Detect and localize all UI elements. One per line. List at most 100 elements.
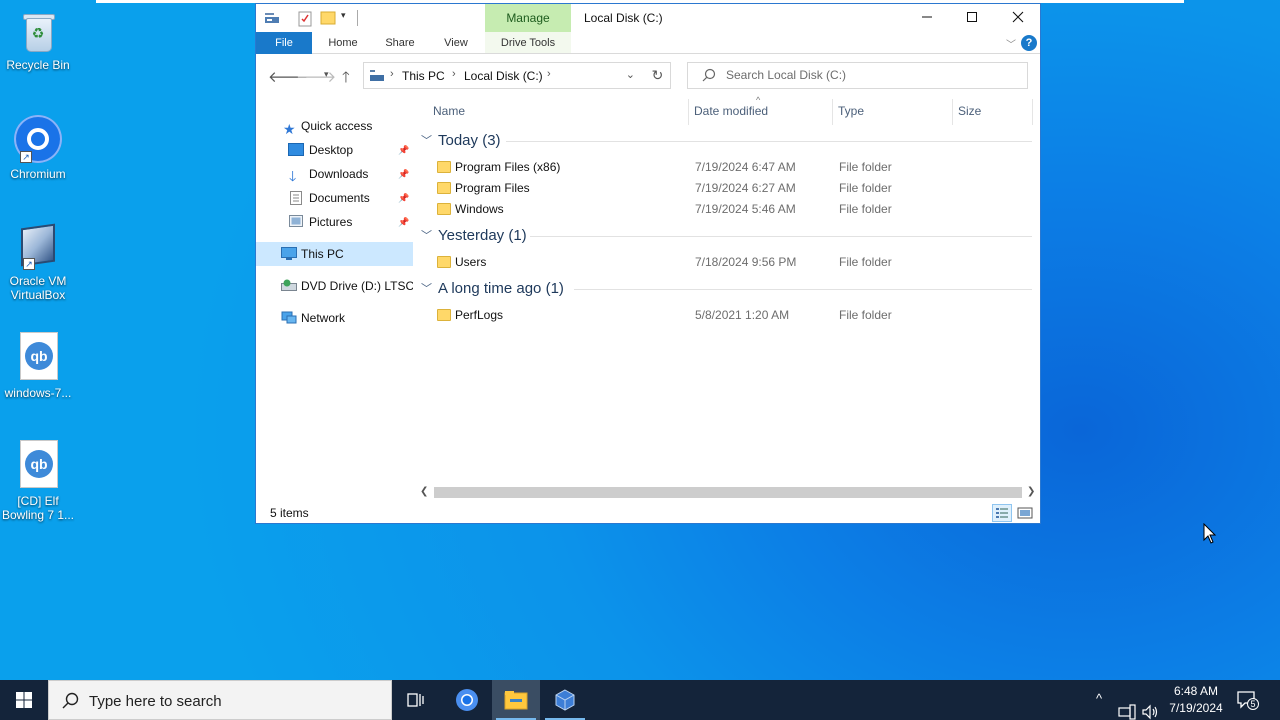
pin-icon[interactable]: 📌 [398, 186, 409, 210]
tab-file[interactable]: File [256, 32, 312, 54]
nav-label: DVD Drive (D:) LTSC2021 [301, 279, 413, 293]
desktop-icon-virtualbox[interactable]: ↗ Oracle VM VirtualBox [0, 222, 76, 302]
search-icon [702, 68, 716, 82]
chromium-icon: ↗ [14, 115, 62, 163]
start-button[interactable] [0, 680, 48, 720]
window-title: Local Disk (C:) [584, 11, 663, 25]
show-hidden-icons-chevron-icon[interactable]: ^ [1096, 691, 1102, 720]
tab-share[interactable]: Share [376, 32, 424, 54]
action-center-button[interactable]: 5 [1236, 690, 1259, 713]
nav-documents[interactable]: Documents 📌 [256, 186, 413, 210]
nav-this-pc[interactable]: This PC [256, 242, 413, 266]
scroll-right-icon[interactable]: ❯ [1027, 485, 1035, 499]
column-header-size[interactable]: Size [958, 99, 981, 123]
taskbar-file-explorer[interactable] [492, 680, 540, 720]
search-input[interactable] [726, 68, 1016, 82]
nav-network[interactable]: Network [256, 306, 413, 330]
maximize-button[interactable] [949, 4, 995, 34]
file-row[interactable]: Users 7/18/2024 9:56 PM File folder [431, 252, 1031, 273]
refresh-button[interactable]: ↻ [645, 62, 671, 89]
desktop-icon-elf-bowling-torrent[interactable]: qb [CD] Elf Bowling 7 1... [0, 440, 76, 522]
file-type: File folder [839, 160, 892, 174]
breadcrumb-local-disk[interactable]: Local Disk (C:) [464, 69, 543, 83]
close-button[interactable] [995, 4, 1041, 34]
folder-icon [437, 161, 451, 173]
horizontal-scrollbar[interactable]: ❮ ❯ [419, 485, 1039, 499]
file-type: File folder [839, 202, 892, 216]
qbittorrent-file-icon: qb [17, 332, 59, 382]
forward-arrow-icon[interactable]: 🡒 [296, 67, 336, 86]
taskbar-virtualbox[interactable] [541, 680, 589, 720]
maximize-icon [967, 12, 977, 22]
new-folder-icon[interactable] [320, 11, 336, 25]
search-icon [62, 692, 79, 709]
file-row[interactable]: PerfLogs 5/8/2021 1:20 AM File folder [431, 305, 1031, 326]
quick-access-star-icon: ★ [283, 121, 296, 137]
breadcrumb-separator-icon[interactable]: › [452, 68, 456, 80]
details-view-button[interactable] [992, 504, 1012, 522]
tab-view[interactable]: View [432, 32, 480, 54]
desktop-icon-windows-torrent[interactable]: qb windows-7... [0, 332, 76, 400]
documents-icon [290, 191, 302, 205]
collapse-chevron-icon: ﹀ [421, 230, 432, 242]
nav-desktop[interactable]: Desktop 📌 [256, 138, 413, 162]
tab-home[interactable]: Home [318, 32, 368, 54]
ribbon-tabs: File Home Share View Drive Tools ﹀ ? [256, 32, 1040, 54]
taskbar-clock[interactable]: 6:48 AM 7/19/2024 [1162, 683, 1230, 717]
column-divider[interactable] [688, 99, 689, 125]
network-status-icon[interactable] [1118, 692, 1136, 720]
minimize-button[interactable] [904, 4, 950, 34]
expand-ribbon-chevron-icon[interactable]: ﹀ [1006, 36, 1016, 51]
breadcrumb-this-pc[interactable]: This PC [402, 69, 445, 83]
file-type: File folder [839, 181, 892, 195]
scroll-left-icon[interactable]: ❮ [420, 485, 428, 499]
tab-manage[interactable]: Manage [485, 4, 571, 32]
column-divider[interactable] [832, 99, 833, 125]
explorer-properties-icon[interactable] [264, 11, 280, 25]
column-header-type[interactable]: Type [838, 99, 864, 123]
pin-icon[interactable]: 📌 [398, 210, 409, 234]
breadcrumb-separator-icon[interactable]: › [547, 68, 551, 80]
file-row[interactable]: Windows 7/19/2024 5:46 AM File folder [431, 199, 1031, 220]
task-view-button[interactable] [392, 680, 440, 720]
nav-label: This PC [301, 247, 344, 261]
column-header-name[interactable]: Name [433, 99, 465, 123]
nav-downloads[interactable]: 🡓 Downloads 📌 [256, 162, 413, 186]
desktop-icon-chromium[interactable]: ↗ Chromium [0, 115, 76, 181]
properties-checklist-icon[interactable] [298, 11, 312, 27]
scrollbar-thumb[interactable] [434, 487, 1022, 498]
group-header-yesterday[interactable]: ﹀ Yesterday (1) [421, 225, 541, 247]
customize-toolbar-chevron-icon[interactable]: ▾ [341, 10, 346, 21]
group-header-a-long-time-ago[interactable]: ﹀ A long time ago (1) [421, 278, 581, 300]
nav-dvd-drive[interactable]: DVD Drive (D:) LTSC2021 [256, 274, 413, 298]
column-divider[interactable] [952, 99, 953, 125]
large-icons-view-button[interactable] [1015, 504, 1035, 522]
file-date: 7/19/2024 5:46 AM [695, 202, 796, 216]
column-header-date-modified[interactable]: Date modified [694, 99, 768, 123]
address-bar[interactable]: › This PC › Local Disk (C:) › ⌄ [363, 62, 670, 89]
file-explorer-window: ▾ Manage Local Disk (C:) File Home Share… [255, 3, 1041, 524]
column-divider[interactable] [1032, 99, 1033, 125]
file-row[interactable]: Program Files 7/19/2024 6:27 AM File fol… [431, 178, 1031, 199]
nav-pictures[interactable]: Pictures 📌 [256, 210, 413, 234]
tab-drive-tools[interactable]: Drive Tools [487, 32, 569, 54]
up-arrow-icon[interactable]: 🡑 [342, 67, 350, 92]
breadcrumb-separator-icon[interactable]: › [390, 68, 394, 80]
file-row[interactable]: Program Files (x86) 7/19/2024 6:47 AM Fi… [431, 157, 1031, 178]
desktop-icon-recycle-bin[interactable]: ♻ Recycle Bin [0, 10, 76, 72]
title-bar[interactable]: ▾ Manage Local Disk (C:) [256, 4, 1040, 34]
taskbar-search-box[interactable]: Type here to search [48, 680, 392, 720]
nav-quick-access[interactable]: ★ Quick access [256, 114, 413, 138]
file-type: File folder [839, 308, 892, 322]
recent-locations-chevron-icon[interactable]: ▾ [324, 69, 329, 80]
pin-icon[interactable]: 📌 [398, 162, 409, 186]
navigation-bar: 🡐 🡒 ▾ 🡑 › This PC › Local Disk (C:) › ⌄ … [256, 55, 1040, 95]
this-pc-monitor-icon [281, 247, 297, 260]
pin-icon[interactable]: 📌 [398, 138, 409, 162]
address-dropdown-chevron-icon[interactable]: ⌄ [626, 68, 635, 81]
volume-icon[interactable] [1142, 692, 1160, 720]
desktop-icon-label: Oracle VM VirtualBox [9, 274, 67, 302]
help-icon[interactable]: ? [1021, 35, 1037, 51]
search-box[interactable] [687, 62, 1028, 89]
taskbar-chromium[interactable] [443, 680, 491, 720]
